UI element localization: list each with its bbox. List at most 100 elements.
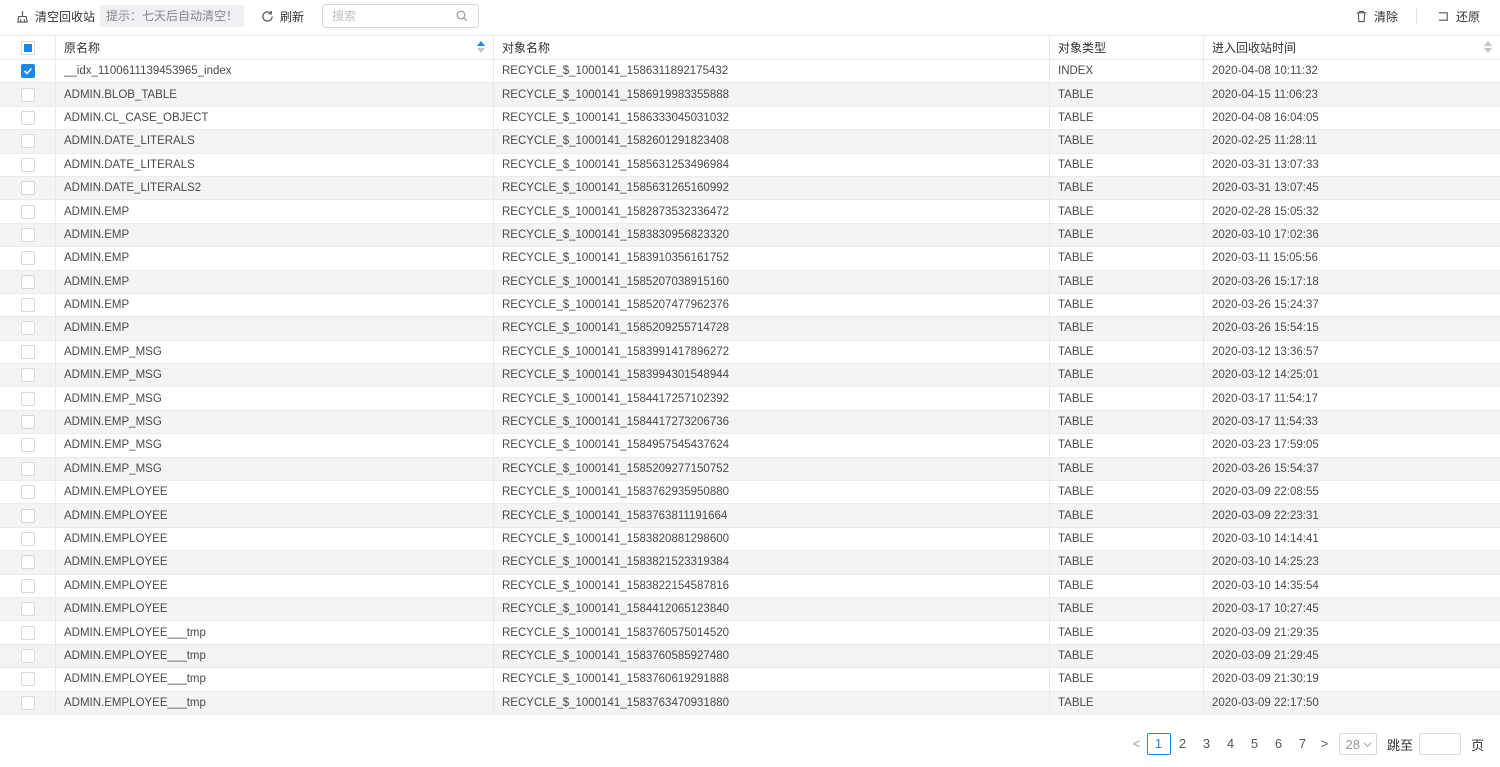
table-row[interactable]: ADMIN.EMP_MSG RECYCLE_$_1000141_158520927… [0,457,1500,482]
row-checkbox[interactable] [20,321,35,336]
page-1-button[interactable]: 1 [1146,733,1171,755]
column-header-recycle-time[interactable]: 进入回收站时间 [1204,36,1500,59]
row-checkbox[interactable] [20,157,35,172]
cell-original-name: ADMIN.CL_CASE_OBJECT [56,106,494,130]
sort-icon[interactable] [477,41,485,54]
table-row[interactable]: ADMIN.CL_CASE_OBJECT RECYCLE_$_1000141_15… [0,106,1500,131]
table-row[interactable]: ADMIN.EMP RECYCLE_$_1000141_1583910356161… [0,247,1500,271]
row-checkbox[interactable] [20,695,35,710]
cell-object-type: TABLE [1050,597,1204,621]
page-5-button[interactable]: 5 [1243,733,1267,755]
checkbox-cell [0,293,56,317]
page-list: 1234567 [1146,733,1315,755]
checkbox-cell [0,176,56,200]
table-row[interactable]: ADMIN.EMPLOYEE RECYCLE_$_1000141_15844120… [0,597,1500,622]
broom-icon [15,9,29,23]
table-row[interactable]: ADMIN.EMP_MSG RECYCLE_$_1000141_158399141… [0,340,1500,365]
row-checkbox[interactable] [20,508,35,523]
table-row[interactable]: __idx_1100611139453965_index RECYCLE_$_10… [0,60,1500,84]
cell-object-type: TABLE [1050,551,1204,574]
restore-button[interactable]: 还原 [1436,4,1480,28]
row-checkbox[interactable] [20,602,35,617]
select-all-checkbox[interactable] [20,40,35,55]
sort-icon[interactable] [1484,41,1492,54]
cell-object-type: INDEX [1050,60,1204,83]
cell-original-name: ADMIN.EMPLOYEE [56,574,494,597]
row-checkbox[interactable] [20,625,35,640]
page-6-button[interactable]: 6 [1267,733,1291,755]
row-checkbox[interactable] [20,227,35,242]
table-row[interactable]: ADMIN.EMP_MSG RECYCLE_$_1000141_158399430… [0,364,1500,388]
row-checkbox[interactable] [20,368,35,383]
page-3-button[interactable]: 3 [1195,733,1219,755]
row-checkbox[interactable] [20,415,35,430]
table-row[interactable]: ADMIN.EMPLOYEE RECYCLE_$_1000141_15838215… [0,551,1500,575]
row-checkbox[interactable] [20,672,35,687]
table-row[interactable]: ADMIN.EMP RECYCLE_$_1000141_1585207477962… [0,293,1500,318]
table-row[interactable]: ADMIN.EMP_MSG RECYCLE_$_1000141_158495754… [0,434,1500,458]
restore-label: 还原 [1456,9,1481,24]
row-checkbox[interactable] [20,578,35,593]
cell-recycle-time: 2020-03-17 10:27:45 [1212,603,1319,616]
table-row[interactable]: ADMIN.BLOB_TABLE RECYCLE_$_1000141_158691… [0,83,1500,107]
row-checkbox[interactable] [20,251,35,266]
table-row[interactable]: ADMIN.DATE_LITERALS2 RECYCLE_$_1000141_15… [0,176,1500,201]
checkbox-cell [0,434,56,457]
table-row[interactable]: ADMIN.DATE_LITERALS RECYCLE_$_1000141_158… [0,130,1500,154]
row-checkbox[interactable] [20,344,35,359]
row-checkbox[interactable] [20,204,35,219]
search-input[interactable] [323,5,451,27]
table-row[interactable]: ADMIN.EMPLOYEE___tmp RECYCLE_$_1000141_15… [0,644,1500,669]
cell-object-type: TABLE [1050,176,1204,200]
table-row[interactable]: ADMIN.EMP_MSG RECYCLE_$_1000141_158441727… [0,410,1500,435]
checkbox-cell [0,153,56,176]
row-checkbox[interactable] [20,648,35,663]
checkbox-cell [0,457,56,481]
refresh-button[interactable]: 刷新 [260,4,304,28]
cell-recycle-time: 2020-02-28 15:05:32 [1212,205,1319,218]
row-checkbox[interactable] [20,461,35,476]
row-checkbox[interactable] [20,298,35,313]
table-row[interactable]: ADMIN.EMP RECYCLE_$_1000141_1582873532336… [0,200,1500,224]
row-checkbox[interactable] [20,110,35,125]
cell-recycle-time: 2020-04-08 16:04:05 [1212,111,1319,124]
row-checkbox[interactable] [20,391,35,406]
table-row[interactable]: ADMIN.EMP RECYCLE_$_1000141_1585209255714… [0,317,1500,341]
page-2-button[interactable]: 2 [1171,733,1195,755]
row-checkbox[interactable] [20,64,35,79]
cell-recycle-time: 2020-02-25 11:28:11 [1212,135,1318,148]
page-4-button[interactable]: 4 [1219,733,1243,755]
row-checkbox[interactable] [20,181,35,196]
table-row[interactable]: ADMIN.EMP_MSG RECYCLE_$_1000141_158441725… [0,387,1500,411]
table-row[interactable]: ADMIN.EMP RECYCLE_$_1000141_1583830956823… [0,223,1500,248]
row-checkbox[interactable] [20,134,35,149]
table-row[interactable]: ADMIN.EMPLOYEE RECYCLE_$_1000141_15837629… [0,481,1500,505]
empty-recycle-bin-button[interactable]: 清空回收站 [15,4,95,28]
search-icon[interactable] [456,10,468,22]
page-size-select[interactable]: 28 [1338,733,1377,755]
clear-button[interactable]: 清除 [1354,4,1398,28]
cell-object-type: TABLE [1050,504,1204,527]
table-row[interactable]: ADMIN.EMPLOYEE RECYCLE_$_1000141_15838208… [0,527,1500,552]
page-7-button[interactable]: 7 [1291,733,1315,755]
cell-recycle-time: 2020-03-09 21:29:45 [1212,649,1319,662]
row-checkbox[interactable] [20,87,35,102]
cell-original-name: ADMIN.DATE_LITERALS2 [56,176,494,200]
table-row[interactable]: ADMIN.EMPLOYEE___tmp RECYCLE_$_1000141_15… [0,691,1500,715]
row-checkbox[interactable] [20,485,35,500]
row-checkbox[interactable] [20,532,35,546]
table-row[interactable]: ADMIN.DATE_LITERALS RECYCLE_$_1000141_158… [0,153,1500,177]
table-row[interactable]: ADMIN.EMPLOYEE RECYCLE_$_1000141_15838221… [0,574,1500,598]
next-page-button[interactable]: > [1315,733,1335,755]
column-header-original-name[interactable]: 原名称 [56,36,494,59]
row-checkbox[interactable] [20,274,35,289]
table-row[interactable]: ADMIN.EMPLOYEE RECYCLE_$_1000141_15837638… [0,504,1500,528]
row-checkbox[interactable] [20,555,35,570]
table-row[interactable]: ADMIN.EMPLOYEE___tmp RECYCLE_$_1000141_15… [0,621,1500,645]
table-row[interactable]: ADMIN.EMP RECYCLE_$_1000141_1585207038915… [0,270,1500,294]
jump-page-input[interactable] [1418,733,1461,755]
row-checkbox[interactable] [20,438,35,453]
table-row[interactable]: ADMIN.EMPLOYEE___tmp RECYCLE_$_1000141_15… [0,668,1500,692]
cell-object-type: TABLE [1050,481,1204,504]
prev-page-button[interactable]: < [1127,733,1147,755]
